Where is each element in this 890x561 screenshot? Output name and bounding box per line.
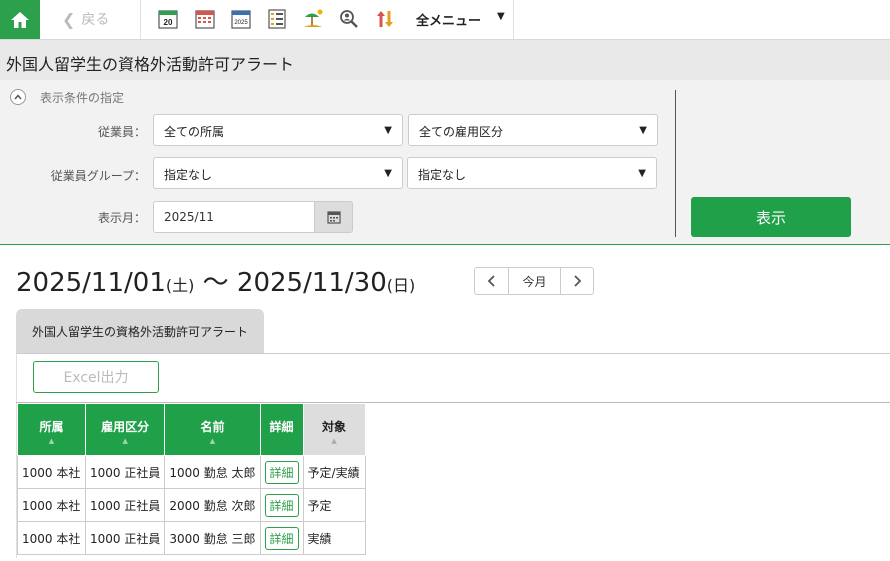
affiliation-select-value: 全ての所属 [164,125,225,139]
range-end-day: (日) [386,276,416,295]
back-label: 戻る [81,12,110,28]
filter-heading[interactable]: 表示条件の指定 [40,89,124,106]
calendar-2025-icon[interactable]: 2025 [230,8,252,30]
date-range: 2025/11/01(土) 〜 2025/11/30(日) [16,262,415,299]
sort-icon: ▲ [122,437,128,445]
affiliation-select[interactable]: 全ての所属 ▼ [153,114,403,146]
chevron-left-icon [487,275,495,287]
all-menu-button[interactable]: 全メニュー [416,10,481,29]
employee-group-select[interactable]: 指定なし ▼ [153,157,403,189]
home-button[interactable] [0,0,40,39]
back-button[interactable]: ❮ 戻る [62,8,109,30]
calendar-icon [327,211,341,224]
column-header-label: 名前 [200,420,225,434]
list-icon[interactable] [266,8,288,30]
column-header-target[interactable]: 対象 ▲ [302,403,366,456]
cell-detail: 詳細 [259,455,304,489]
table-row: 1000 本社 1000 正社員 3000 勤怠 三郎 詳細 実績 [17,521,366,555]
sort-arrows-icon[interactable] [374,8,396,30]
month-label: 表示月： [97,211,146,225]
excel-export-button[interactable]: Excel出力 [33,361,159,393]
calendar-button[interactable] [314,201,353,233]
filter-panel: 表示条件の指定 従業員： 全ての所属 ▼ 全ての雇用区分 ▼ 従業員グループ： … [0,80,890,245]
top-navigation-bar: ❮ 戻る 20 2025 全メニュー ▼ [0,0,890,40]
previous-month-button[interactable] [475,268,509,294]
calendar-grid-icon[interactable] [194,8,216,30]
chevron-down-icon: ▼ [639,125,647,136]
calendar-20-icon[interactable]: 20 [157,8,179,30]
column-header-label: 雇用区分 [101,420,150,434]
search-person-icon[interactable] [338,8,360,30]
month-input[interactable]: 2025/11 [153,201,315,233]
alert-table: 所属 ▲ 雇用区分 ▲ 名前 ▲ 詳細 対象 ▲ 1000 本社 1000 正社… [17,403,366,555]
chevron-right-icon [574,275,582,287]
column-header-label: 対象 [322,420,347,434]
chevron-down-icon: ▼ [638,168,646,179]
cell-employment-type: 1000 正社員 [84,521,166,555]
cell-name: 2000 勤怠 次郎 [164,488,261,522]
cell-target: 実績 [302,521,366,555]
next-month-button[interactable] [560,268,593,294]
chevron-left-icon: ❮ [62,9,76,29]
detail-button[interactable]: 詳細 [264,526,299,550]
table-row: 1000 本社 1000 正社員 2000 勤怠 次郎 詳細 予定 [17,488,366,522]
cell-target: 予定 [302,488,366,522]
employment-type-select-value: 全ての雇用区分 [419,125,504,139]
cell-affiliation: 1000 本社 [17,455,86,489]
employee-subgroup-select[interactable]: 指定なし ▼ [407,157,657,189]
employee-label: 従業員： [97,125,146,139]
column-header-label: 詳細 [269,420,294,434]
cell-detail: 詳細 [259,521,304,555]
collapse-up-icon[interactable] [10,89,26,105]
page-title: 外国人留学生の資格外活動許可アラート [6,55,295,74]
cell-affiliation: 1000 本社 [17,488,86,522]
cell-target: 予定/実績 [302,455,366,489]
sort-icon: ▲ [331,437,337,445]
page-title-bar: 外国人留学生の資格外活動許可アラート [0,40,890,80]
cell-detail: 詳細 [259,488,304,522]
svg-text:20: 20 [164,18,173,27]
employee-group-select-value: 指定なし [164,168,213,182]
month-input-value: 2025/11 [164,210,214,224]
vacation-icon[interactable] [302,8,324,30]
cell-name: 1000 勤怠 太郎 [164,455,261,489]
cell-name: 3000 勤怠 三郎 [164,521,261,555]
sort-icon: ▲ [209,437,216,445]
current-month-button[interactable]: 今月 [509,268,560,294]
tab-alert[interactable]: 外国人留学生の資格外活動許可アラート [16,309,264,354]
sort-icon: ▲ [48,437,55,445]
cell-employment-type: 1000 正社員 [84,455,166,489]
home-icon [11,11,29,28]
detail-button[interactable]: 詳細 [264,460,299,484]
range-start-day: (土) [165,276,195,295]
svg-text:2025: 2025 [234,20,248,26]
column-header-name[interactable]: 名前 ▲ [164,403,261,456]
cell-employment-type: 1000 正社員 [84,488,166,522]
chevron-down-icon[interactable]: ▼ [497,11,505,22]
range-end: 2025/11/30 [236,268,387,298]
column-header-employment-type[interactable]: 雇用区分 ▲ [84,403,166,456]
show-button[interactable]: 表示 [691,197,851,237]
employee-group-label: 従業員グループ： [50,169,146,183]
cell-affiliation: 1000 本社 [17,521,86,555]
chevron-down-icon: ▼ [384,168,392,179]
divider [140,0,141,39]
range-separator: 〜 [202,268,229,298]
divider [675,90,676,237]
range-start: 2025/11/01 [16,268,166,298]
detail-button[interactable]: 詳細 [264,493,299,517]
employment-type-select[interactable]: 全ての雇用区分 ▼ [408,114,658,146]
month-navigation: 今月 [474,267,594,295]
column-header-label: 所属 [39,420,64,434]
column-header-affiliation[interactable]: 所属 ▲ [17,403,86,456]
employee-subgroup-select-value: 指定なし [418,168,467,182]
column-header-detail: 詳細 [259,403,304,456]
table-row: 1000 本社 1000 正社員 1000 勤怠 太郎 詳細 予定/実績 [17,455,366,489]
table-header-row: 所属 ▲ 雇用区分 ▲ 名前 ▲ 詳細 対象 ▲ [17,403,366,456]
chevron-down-icon: ▼ [384,125,392,136]
divider [513,0,514,39]
